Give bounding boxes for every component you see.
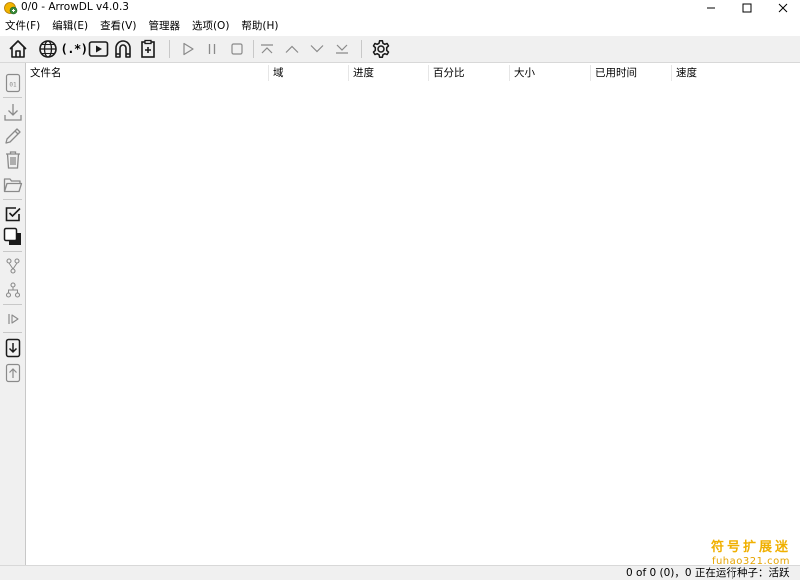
stop-icon — [231, 43, 243, 55]
hierarchy-icon — [5, 282, 20, 298]
folder-open-icon — [3, 178, 22, 193]
menu-manager[interactable]: 管理器 — [142, 17, 186, 35]
menu-options[interactable]: 选项(O) — [186, 17, 235, 35]
magnet-icon — [115, 40, 131, 58]
maximize-icon — [742, 3, 752, 13]
pencil-icon — [4, 128, 21, 144]
sidebar-separator — [3, 199, 22, 200]
column-header-domain[interactable]: 域 — [269, 65, 349, 81]
file-export-icon — [5, 363, 20, 383]
import-button[interactable] — [2, 337, 23, 359]
arrowdl-app-icon — [4, 2, 18, 15]
close-button[interactable] — [766, 0, 800, 16]
invert-selection-button[interactable] — [2, 226, 23, 248]
column-header-elapsed-time[interactable]: 已用时间 — [591, 65, 672, 81]
globe-icon — [39, 40, 57, 58]
open-folder-button[interactable] — [2, 174, 23, 196]
select-all-button[interactable] — [2, 203, 23, 225]
pause-icon — [208, 44, 216, 54]
move-down-button[interactable] — [307, 38, 327, 60]
regex-icon: (.*) — [60, 42, 88, 56]
gear-icon — [372, 40, 390, 58]
toolbar-separator — [253, 40, 254, 58]
move-top-button[interactable] — [257, 38, 277, 60]
stream-button[interactable] — [87, 38, 109, 60]
close-icon — [778, 3, 788, 13]
move-bottom-button[interactable] — [332, 38, 352, 60]
delete-button[interactable] — [2, 149, 23, 171]
move-up-button[interactable] — [282, 38, 302, 60]
move-top-icon — [261, 44, 273, 54]
move-bottom-icon — [336, 44, 348, 54]
toolbar: (.*) — [0, 36, 800, 63]
side-toolbar: 01 — [0, 63, 26, 565]
status-torrent-state: 种子：活跃 — [737, 567, 790, 579]
chevron-up-icon — [285, 45, 299, 53]
toolbar-separator — [169, 40, 170, 58]
stop-button[interactable] — [227, 38, 247, 60]
column-header-speed[interactable]: 速度 — [672, 65, 800, 81]
sidebar-separator — [3, 97, 22, 98]
priority-play-icon — [7, 314, 19, 324]
menu-help[interactable]: 帮助(H) — [235, 17, 284, 35]
sidebar-separator — [3, 251, 22, 252]
title-bar: 0/0 - ArrowDL v4.0.3 — [0, 0, 800, 16]
regex-button[interactable]: (.*) — [60, 38, 88, 60]
maximize-button[interactable] — [730, 0, 764, 16]
add-from-clipboard-button[interactable] — [137, 38, 159, 60]
svg-text:01: 01 — [9, 82, 17, 89]
tree-nodes-icon — [5, 258, 20, 274]
download-icon — [3, 104, 22, 121]
settings-button[interactable] — [370, 38, 392, 60]
select-group-button[interactable] — [2, 279, 23, 301]
trash-icon — [5, 151, 20, 169]
menu-view[interactable]: 查看(V) — [94, 17, 142, 35]
home-icon — [9, 40, 27, 58]
video-play-icon — [88, 41, 108, 57]
binary-file-icon: 01 — [5, 73, 20, 93]
column-header-filename[interactable]: 文件名 — [26, 65, 269, 81]
download-table[interactable]: 文件名 域 进度 百分比 大小 已用时间 速度 — [26, 63, 800, 565]
status-divider — [732, 567, 733, 579]
select-completed-button[interactable] — [2, 255, 23, 277]
file-import-icon — [5, 338, 20, 358]
clipboard-add-icon — [141, 39, 155, 58]
menu-file[interactable]: 文件(F) — [0, 17, 46, 35]
download-button[interactable] — [2, 101, 23, 123]
pause-button[interactable] — [202, 38, 222, 60]
column-header-percent[interactable]: 百分比 — [429, 65, 510, 81]
column-header-progress[interactable]: 进度 — [349, 65, 429, 81]
status-bar: 0 of 0 (0)，0 正在运行 种子：活跃 — [0, 565, 800, 580]
checkbox-checked-icon — [5, 207, 21, 222]
window-title: 0/0 - ArrowDL v4.0.3 — [21, 1, 129, 13]
resume-button[interactable] — [178, 38, 198, 60]
status-job-count: 0 of 0 (0)，0 正在运行 — [626, 567, 737, 579]
add-urls-button[interactable] — [37, 38, 59, 60]
export-button[interactable] — [2, 362, 23, 384]
minimize-button[interactable] — [694, 0, 728, 16]
queue-priority-button[interactable] — [2, 308, 23, 330]
torrent-button[interactable] — [112, 38, 134, 60]
sidebar-separator — [3, 332, 22, 333]
menu-edit[interactable]: 编辑(E) — [46, 17, 94, 35]
home-button[interactable] — [7, 38, 29, 60]
sidebar-separator — [3, 304, 22, 305]
column-header-size[interactable]: 大小 — [510, 65, 591, 81]
play-icon — [183, 42, 194, 56]
info-button[interactable]: 01 — [2, 72, 23, 94]
minimize-icon — [707, 7, 715, 9]
menu-bar: 文件(F) 编辑(E) 查看(V) 管理器 选项(O) 帮助(H) — [0, 17, 800, 35]
toolbar-separator — [361, 40, 362, 58]
edit-button[interactable] — [2, 125, 23, 147]
invert-selection-icon — [3, 227, 21, 245]
chevron-down-icon — [310, 45, 324, 53]
